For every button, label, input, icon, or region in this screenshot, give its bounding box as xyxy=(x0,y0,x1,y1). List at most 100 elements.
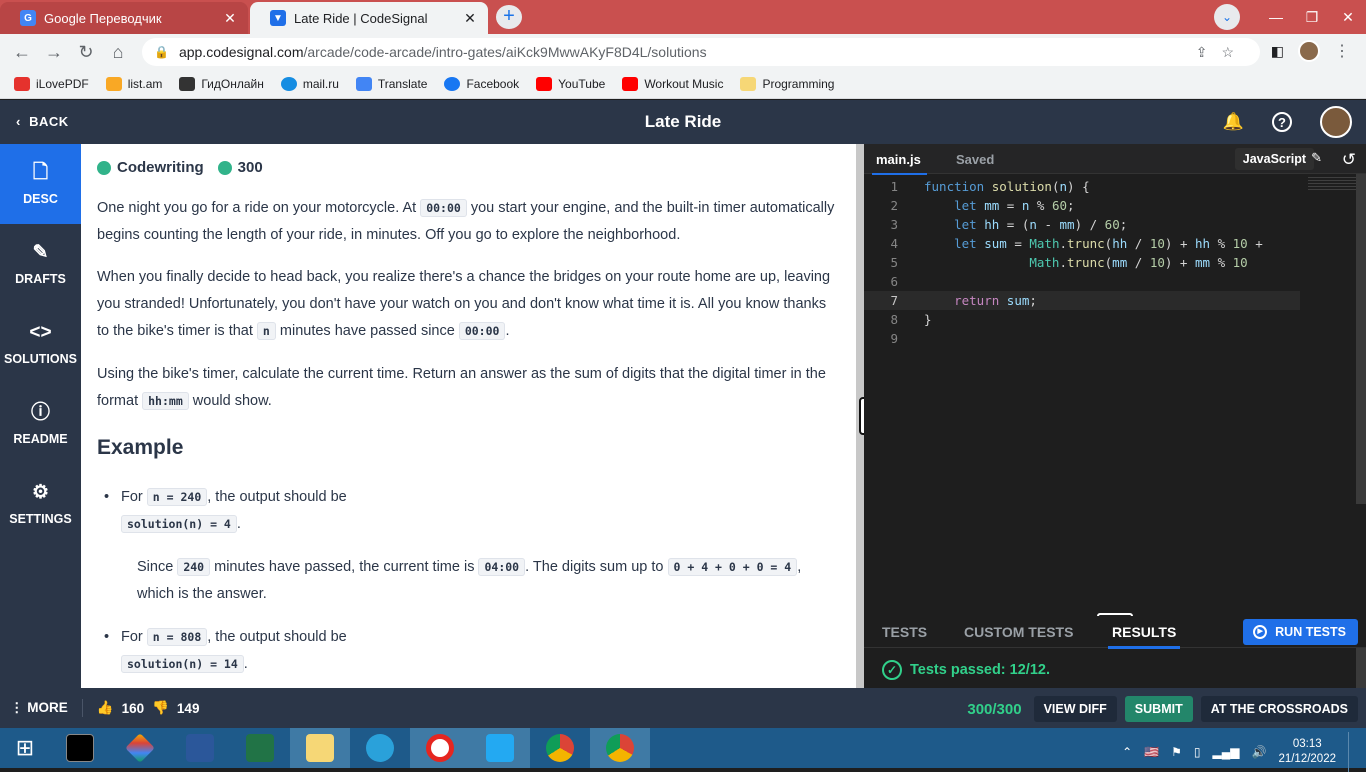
close-tab-icon[interactable]: ✕ xyxy=(462,10,478,27)
url-field[interactable]: 🔒 app.codesignal.com/arcade/code-arcade/… xyxy=(142,38,1260,66)
likes-count: 160 xyxy=(121,700,145,716)
line-number: 2 xyxy=(890,198,898,213)
sidebar-item-label: SETTINGS xyxy=(9,512,72,526)
browser-tab-codesignal[interactable]: ▼ Late Ride | CodeSignal ✕ xyxy=(250,2,488,34)
facebook-icon xyxy=(444,77,461,91)
code-line: let hh = (n - mm) / 60; xyxy=(954,217,1128,232)
line-number: 9 xyxy=(890,331,898,346)
results-panel: TESTS CUSTOM TESTS RESULTS ▶ RUN TESTS ✓ T… xyxy=(864,616,1366,688)
footer-left: ⋮ MORE 👍 160 👎 149 xyxy=(10,699,199,717)
share-star-icons[interactable]: ⇪☆ xyxy=(1196,44,1248,61)
sidebar-item-desc[interactable]: 🗋 DESC xyxy=(0,144,81,224)
volume-icon[interactable]: 🔊 xyxy=(1251,745,1266,759)
code-line: } xyxy=(924,312,932,327)
history-icon[interactable]: ↺ xyxy=(1342,150,1356,170)
dislikes-count: 149 xyxy=(176,700,200,716)
inline-code: 240 xyxy=(177,558,211,576)
bookmark-label: list.am xyxy=(127,77,163,91)
clock-date: 21/12/2022 xyxy=(1278,753,1336,765)
footer-right: 300/300 VIEW DIFF SUBMIT AT THE CROSSROA… xyxy=(967,696,1358,722)
bell-icon[interactable]: 🔔 xyxy=(1223,112,1244,132)
bookmark-ilovepdf[interactable]: iLovePDF xyxy=(14,77,89,91)
app-launcher-icon[interactable] xyxy=(110,728,170,768)
points-value: 300 xyxy=(237,159,263,176)
browser-tab-translate[interactable]: G Google Переводчик ✕ xyxy=(0,2,248,34)
codewriting-icon xyxy=(97,161,111,175)
forward-arrow-icon[interactable]: → xyxy=(38,42,70,63)
submit-button[interactable]: SUBMIT xyxy=(1124,696,1193,722)
reload-icon[interactable]: ↻ xyxy=(70,42,102,63)
back-arrow-icon[interactable]: ← xyxy=(6,42,38,63)
user-avatar[interactable] xyxy=(1320,106,1352,138)
language-selector[interactable]: JavaScript xyxy=(1234,148,1314,170)
run-tests-button[interactable]: ▶ RUN TESTS xyxy=(1243,619,1358,645)
folder-icon xyxy=(740,77,757,91)
windows-start-icon[interactable]: ⊞ xyxy=(0,728,50,768)
url-host: app.codesignal.com xyxy=(178,44,304,60)
battery-icon[interactable]: ▯ xyxy=(1194,745,1201,759)
bookmark-translate[interactable]: Translate xyxy=(355,77,427,91)
view-diff-button[interactable]: VIEW DIFF xyxy=(1033,696,1117,722)
close-tab-icon[interactable]: ✕ xyxy=(222,10,238,27)
excel-icon[interactable] xyxy=(230,728,290,768)
chrome-icon-active[interactable] xyxy=(590,728,650,768)
vscode-icon[interactable] xyxy=(470,728,530,768)
address-bar-row: ← → ↻ ⌂ 🔒 app.codesignal.com/arcade/code… xyxy=(0,34,1366,70)
bookmark-gidonline[interactable]: ГидОнлайн xyxy=(179,77,264,91)
code-editor[interactable]: main.js Saved JavaScript ✎ ↺ 1 function s… xyxy=(864,144,1366,616)
bookmark-listam[interactable]: list.am xyxy=(105,77,163,91)
thumbs-up-icon[interactable]: 👍 xyxy=(97,700,114,716)
tray-arrow-icon[interactable]: ⌃ xyxy=(1122,745,1132,759)
bookmark-facebook[interactable]: Facebook xyxy=(444,77,519,91)
bookmark-youtube[interactable]: YouTube xyxy=(536,77,605,91)
tab-main-js[interactable]: main.js xyxy=(872,152,927,175)
help-icon[interactable]: ? xyxy=(1272,112,1292,132)
tab-tests[interactable]: TESTS xyxy=(882,624,927,640)
close-window-icon[interactable]: ✕ xyxy=(1330,9,1366,26)
results-scrollbar[interactable] xyxy=(1356,648,1366,688)
tab-results[interactable]: RESULTS xyxy=(1107,624,1181,649)
home-icon[interactable]: ⌂ xyxy=(102,42,134,63)
language-flag-icon[interactable]: 🇺🇸 xyxy=(1144,745,1159,759)
header-actions: 🔔 ? xyxy=(1223,106,1352,138)
sidepanel-icon[interactable]: ◧ xyxy=(1271,43,1284,60)
yandex-browser-icon[interactable] xyxy=(410,728,470,768)
show-desktop-button[interactable] xyxy=(1348,732,1354,772)
bookmarks-bar: iLovePDF list.am ГидОнлайн mail.ru Trans… xyxy=(0,70,1366,99)
sidebar-item-solutions[interactable]: <> SOLUTIONS xyxy=(0,304,81,384)
file-explorer-icon[interactable] xyxy=(290,728,350,768)
clock[interactable]: 03:13 21/12/2022 xyxy=(1278,737,1336,767)
example-item: For n = 240, the output should be soluti… xyxy=(104,484,821,538)
bookmark-mailru[interactable]: mail.ru xyxy=(280,77,339,91)
sidebar-item-drafts[interactable]: ✎ DRAFTS xyxy=(0,224,81,304)
tab-custom-tests[interactable]: CUSTOM TESTS xyxy=(964,624,1073,640)
tab-search-icon[interactable]: ⌄ xyxy=(1214,4,1240,30)
profile-avatar[interactable] xyxy=(1298,40,1320,62)
code-line: let mm = n % 60; xyxy=(954,198,1075,213)
telegram-icon[interactable] xyxy=(350,728,410,768)
sidebar-item-settings[interactable]: ⚙ SETTINGS xyxy=(0,464,81,544)
system-tray: ⌃ 🇺🇸 ⚑ ▯ ▂▄▆ 🔊 03:13 21/12/2022 xyxy=(1122,732,1354,772)
restore-icon[interactable]: ❐ xyxy=(1294,9,1330,26)
minimize-icon[interactable]: — xyxy=(1258,9,1294,25)
clock-time: 03:13 xyxy=(1292,738,1322,750)
more-button[interactable]: ⋮ MORE xyxy=(10,700,68,716)
menu-dots-icon[interactable]: ⋮ xyxy=(1334,41,1350,61)
flag-icon[interactable]: ⚑ xyxy=(1171,745,1182,759)
bookmark-programming[interactable]: Programming xyxy=(740,77,834,91)
bookmark-label: Facebook xyxy=(466,77,520,91)
next-task-button[interactable]: AT THE CROSSROADS xyxy=(1200,696,1358,722)
thumbs-down-icon[interactable]: 👎 xyxy=(152,700,169,716)
code-lines[interactable]: 1 function solution(n) { 2 let mm = n % 6… xyxy=(864,177,1366,348)
cmd-icon[interactable] xyxy=(50,728,110,768)
sidebar-item-readme[interactable]: ⓘ README xyxy=(0,384,81,464)
pencil-icon[interactable]: ✎ xyxy=(1311,150,1322,166)
bookmark-workout-music[interactable]: Workout Music xyxy=(622,77,723,91)
word-icon[interactable] xyxy=(170,728,230,768)
chrome-icon[interactable] xyxy=(530,728,590,768)
signal-icon[interactable]: ▂▄▆ xyxy=(1213,745,1240,759)
new-tab-button[interactable]: + xyxy=(496,5,522,29)
sidebar-item-label: SOLUTIONS xyxy=(4,352,77,366)
bookmark-label: ГидОнлайн xyxy=(201,77,264,91)
